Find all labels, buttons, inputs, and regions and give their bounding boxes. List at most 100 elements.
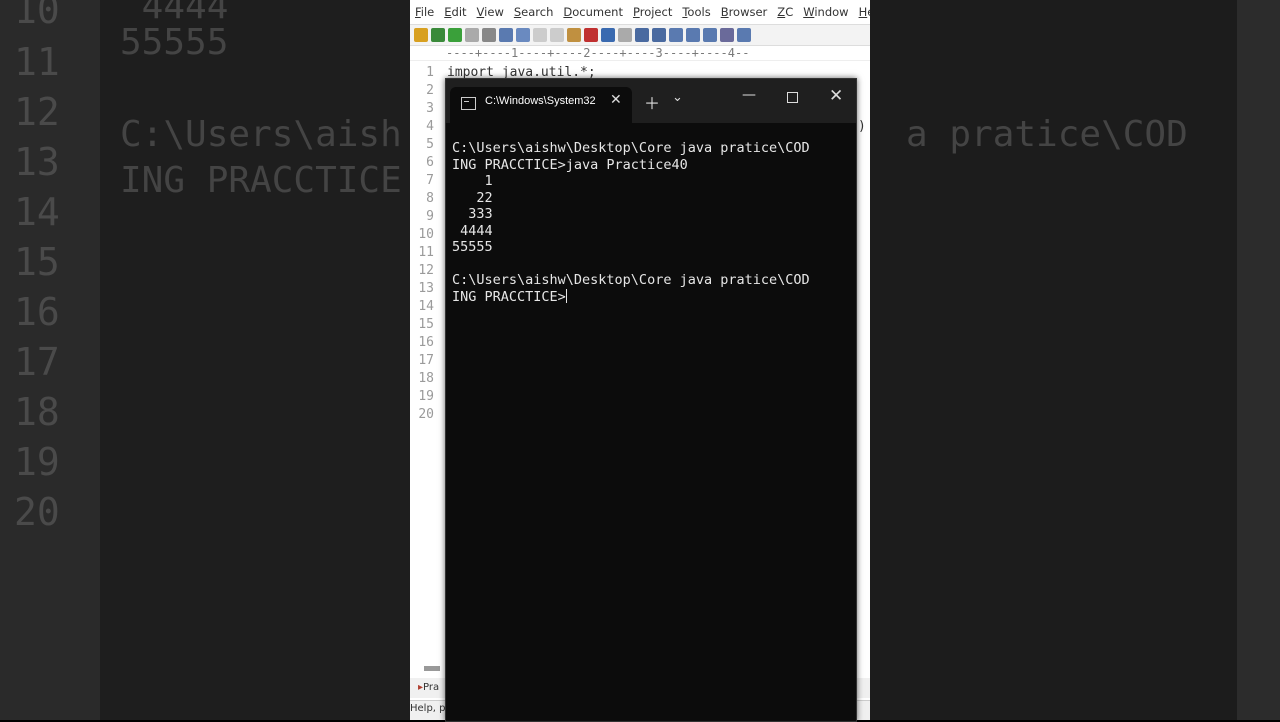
background-line-number: 10 [14,0,60,32]
console-prompt-line: ING PRACCTICE> [452,288,856,306]
background-line-number: 19 [14,440,60,484]
new-tab-icon[interactable]: ＋ [644,90,660,114]
editor-toolbar [410,24,870,46]
console-icon [461,97,476,110]
line-number: 19 [418,389,434,404]
line-number: 1 [426,65,434,80]
goto-icon[interactable] [686,28,700,42]
menu-project[interactable]: Project [628,5,677,19]
line-number: 18 [418,371,434,386]
line-number: 14 [418,299,434,314]
line-number: 4 [426,119,434,134]
save-icon[interactable] [431,28,445,42]
column-ruler: ----+----1----+----2----+----3----+----4… [410,46,870,61]
copy-icon[interactable] [550,28,564,42]
console-prompt: ING PRACCTICE> [452,288,566,305]
menu-edit[interactable]: Edit [439,5,471,19]
menu-tools[interactable]: Tools [677,5,715,19]
line-number: 12 [418,263,434,278]
menu-zc[interactable]: ZC [772,5,798,19]
background-left-panel [100,0,410,720]
menu-help[interactable]: Help [854,5,870,19]
console-line: C:\Users\aishw\Desktop\Core java pratice… [452,272,810,288]
line-number: 20 [418,407,434,422]
background-line-number: 12 [14,90,60,134]
maximize-icon[interactable] [787,92,798,103]
wordwrap-icon[interactable] [720,28,734,42]
background-text: 55555 [120,22,229,63]
indent-icon[interactable] [737,28,751,42]
line-number: 6 [426,155,434,170]
refresh-icon[interactable] [516,28,530,42]
redo-icon[interactable] [618,28,632,42]
undo-icon[interactable] [601,28,615,42]
console-output[interactable]: C:\Users\aishw\Desktop\Core java pratice… [446,123,856,305]
paste-icon[interactable] [567,28,581,42]
background-line-number: 13 [14,140,60,184]
terminal-tab-title: C:\Windows\System32 [485,95,596,107]
line-number: 10 [418,227,434,242]
line-number: 5 [426,137,434,152]
line-number: 9 [426,209,434,224]
cut-icon[interactable] [533,28,547,42]
background-far-right [1237,0,1280,720]
line-number: 16 [418,335,434,350]
document-tab[interactable]: Pra [423,682,439,693]
save-all-icon[interactable] [448,28,462,42]
find-files-icon[interactable] [669,28,683,42]
line-number: 11 [418,245,434,260]
background-right-text: a pratice\COD [906,114,1188,155]
console-line: 4444 [452,222,493,239]
delete-icon[interactable] [584,28,598,42]
terminal-tab[interactable]: C:\Windows\System32 ✕ [450,87,632,123]
hex-icon[interactable] [703,28,717,42]
replace-icon[interactable] [652,28,666,42]
horizontal-scrollbar[interactable] [424,666,440,671]
spellcheck-icon[interactable] [499,28,513,42]
line-number: 3 [426,101,434,116]
line-number: 8 [426,191,434,206]
menu-file[interactable]: File [410,5,439,19]
console-line: 22 [452,189,493,206]
text-cursor [565,288,567,303]
background-line-number: 11 [14,40,60,84]
console-line: 333 [452,206,493,222]
console-line: ING PRACCTICE>java Practice40 [452,156,688,173]
menu-bar: File Edit View Search Document Project T… [410,0,870,24]
print-icon[interactable] [482,28,496,42]
line-number: 7 [426,173,434,188]
console-line: C:\Users\aishw\Desktop\Core java pratice… [452,140,810,156]
background-line-number: 20 [14,490,60,534]
minimize-icon[interactable]: — [742,87,756,103]
console-line: 55555 [452,239,493,255]
background-line-number: 16 [14,290,60,334]
menu-browser[interactable]: Browser [716,5,773,19]
console-line: 1 [452,173,493,189]
background-line-number: 14 [14,190,60,234]
tab-close-icon[interactable]: ✕ [610,92,622,108]
line-number: 17 [418,353,434,368]
code-text: ) [858,119,866,134]
background-line-number: 18 [14,390,60,434]
line-number: 2 [426,83,434,98]
close-icon[interactable]: ✕ [829,86,843,106]
terminal-titlebar[interactable]: C:\Windows\System32 ✕ ＋ ⌄ — ✕ [446,79,856,123]
chevron-down-icon[interactable]: ⌄ [672,90,683,105]
background-line-number: 15 [14,240,60,284]
find-icon[interactable] [635,28,649,42]
terminal-window: C:\Windows\System32 ✕ ＋ ⌄ — ✕ C:\Users\a… [445,78,857,722]
background-text: C:\Users\aish [120,114,402,155]
background-line-number: 17 [14,340,60,384]
menu-view[interactable]: View [472,5,509,19]
menu-search[interactable]: Search [509,5,559,19]
open-icon[interactable] [414,28,428,42]
line-number: 13 [418,281,434,296]
java-file-icon: ▸ [418,682,424,693]
background-right-panel: a pratice\COD [870,0,1237,720]
close-file-icon[interactable] [465,28,479,42]
menu-window[interactable]: Window [798,5,853,19]
background-text: ING PRACCTICE [120,160,402,201]
menu-document[interactable]: Document [558,5,628,19]
line-number: 15 [418,317,434,332]
